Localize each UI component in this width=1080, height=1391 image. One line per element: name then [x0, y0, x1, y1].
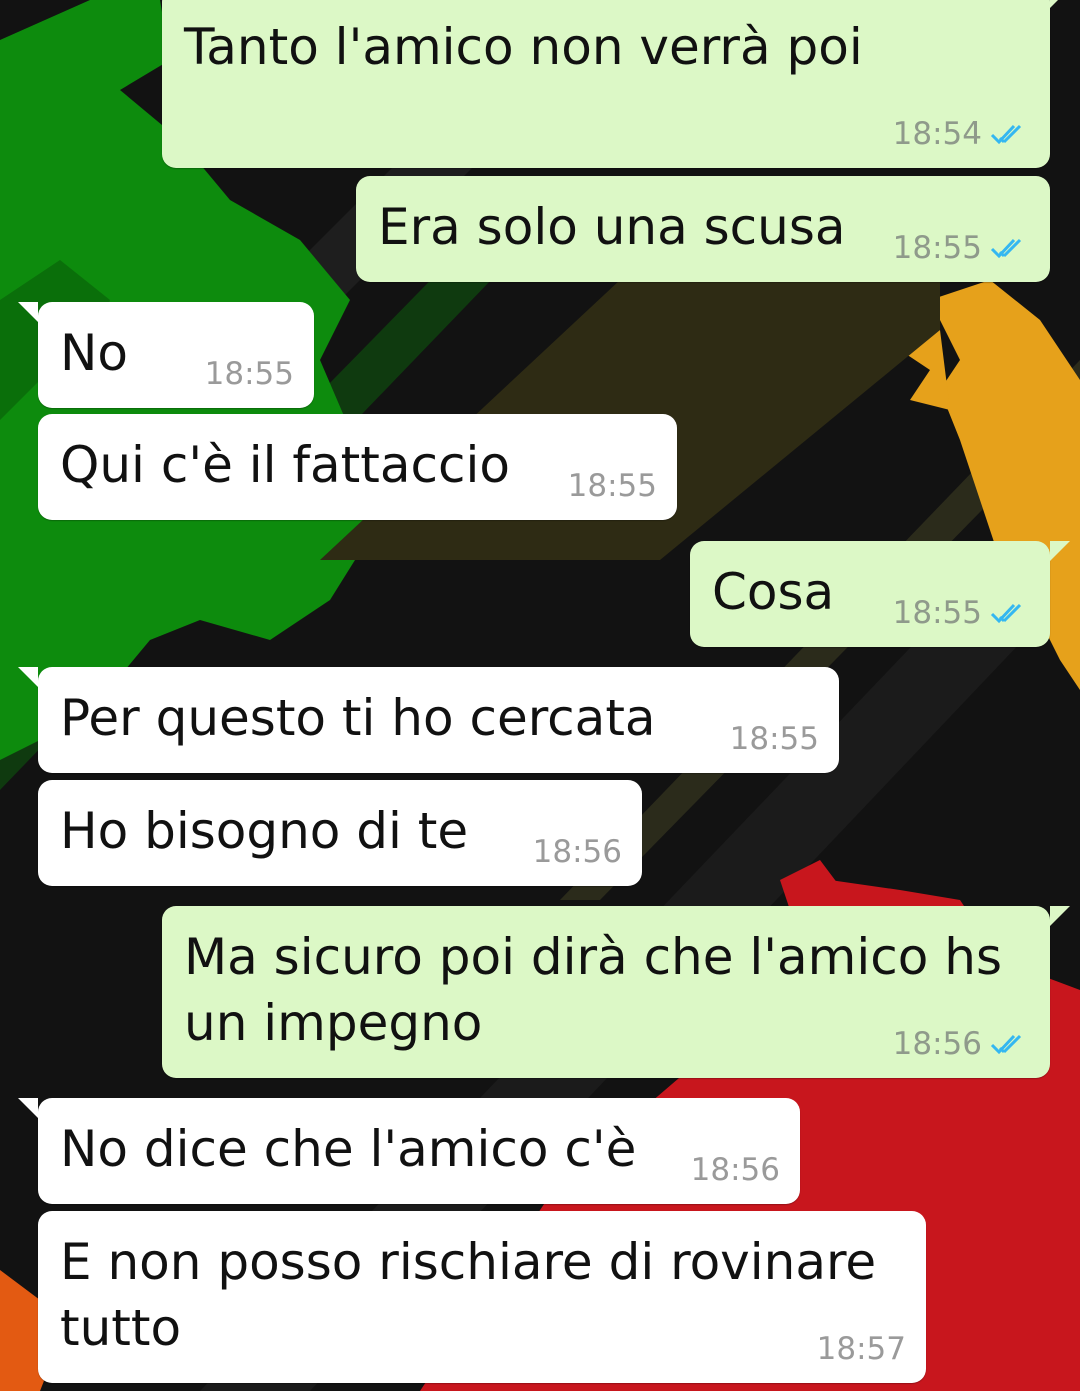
message-time: 18:56 [690, 1152, 780, 1188]
message-text: Ma sicuro poi dirà che l'amico hs un imp… [184, 928, 1002, 1052]
message-text: E non posso rischiare di rovinare tutto [60, 1233, 877, 1357]
message-text: Tanto l'amico non verrà poi [184, 18, 863, 76]
message-time: 18:55 [204, 356, 294, 392]
message-meta: 18:56 [533, 834, 622, 870]
message-bubble-incoming[interactable]: Ho bisogno di te 18:56 [38, 780, 642, 886]
message-meta: 18:55 [568, 468, 657, 504]
double-check-icon [990, 1034, 1022, 1055]
message-text: Ho bisogno di te [60, 802, 469, 860]
message-text: Era solo una scusa [378, 198, 846, 256]
message-bubble-incoming[interactable]: Qui c'è il fattaccio 18:55 [38, 414, 677, 520]
message-text: Per questo ti ho cercata [60, 689, 656, 747]
message-time: 18:56 [532, 834, 622, 870]
message-text: No [60, 324, 128, 382]
message-time: 18:56 [892, 1026, 982, 1062]
message-time: 18:55 [729, 721, 819, 757]
message-bubble-outgoing[interactable]: Ma sicuro poi dirà che l'amico hs un imp… [162, 906, 1070, 1078]
message-text: No dice che l'amico c'è [60, 1120, 637, 1178]
message-bubble-outgoing[interactable]: Cosa 18:55 [690, 541, 1070, 647]
message-bubble-outgoing[interactable]: Tanto l'amico non verrà poi 18:54 [162, 0, 1070, 168]
message-meta: 18:55 [893, 595, 1030, 631]
message-meta: 18:54 [893, 116, 1030, 152]
message-meta: 18:57 [817, 1331, 906, 1367]
message-time: 18:57 [816, 1331, 906, 1367]
message-meta: 18:56 [893, 1026, 1030, 1062]
message-meta: 18:55 [205, 356, 294, 392]
message-time: 18:55 [892, 595, 982, 631]
message-bubble-outgoing[interactable]: Era solo una scusa 18:55 [356, 176, 1050, 282]
double-check-icon [990, 124, 1022, 145]
double-check-icon [990, 238, 1022, 259]
message-meta: 18:55 [893, 230, 1030, 266]
message-bubble-incoming[interactable]: No dice che l'amico c'è 18:56 [18, 1098, 800, 1204]
message-bubble-incoming[interactable]: No 18:55 [18, 302, 314, 408]
message-meta: 18:56 [691, 1152, 780, 1188]
message-bubble-incoming[interactable]: Per questo ti ho cercata 18:55 [18, 667, 839, 773]
chat-message-list[interactable]: Tanto l'amico non verrà poi 18:54 Era so… [0, 0, 1080, 1391]
message-text: Cosa [712, 563, 835, 621]
message-text: Qui c'è il fattaccio [60, 436, 510, 494]
message-meta: 18:55 [730, 721, 819, 757]
message-time: 18:54 [892, 116, 982, 152]
message-bubble-incoming[interactable]: E non posso rischiare di rovinare tutto … [38, 1211, 926, 1383]
double-check-icon [990, 603, 1022, 624]
message-time: 18:55 [892, 230, 982, 266]
message-time: 18:55 [567, 468, 657, 504]
